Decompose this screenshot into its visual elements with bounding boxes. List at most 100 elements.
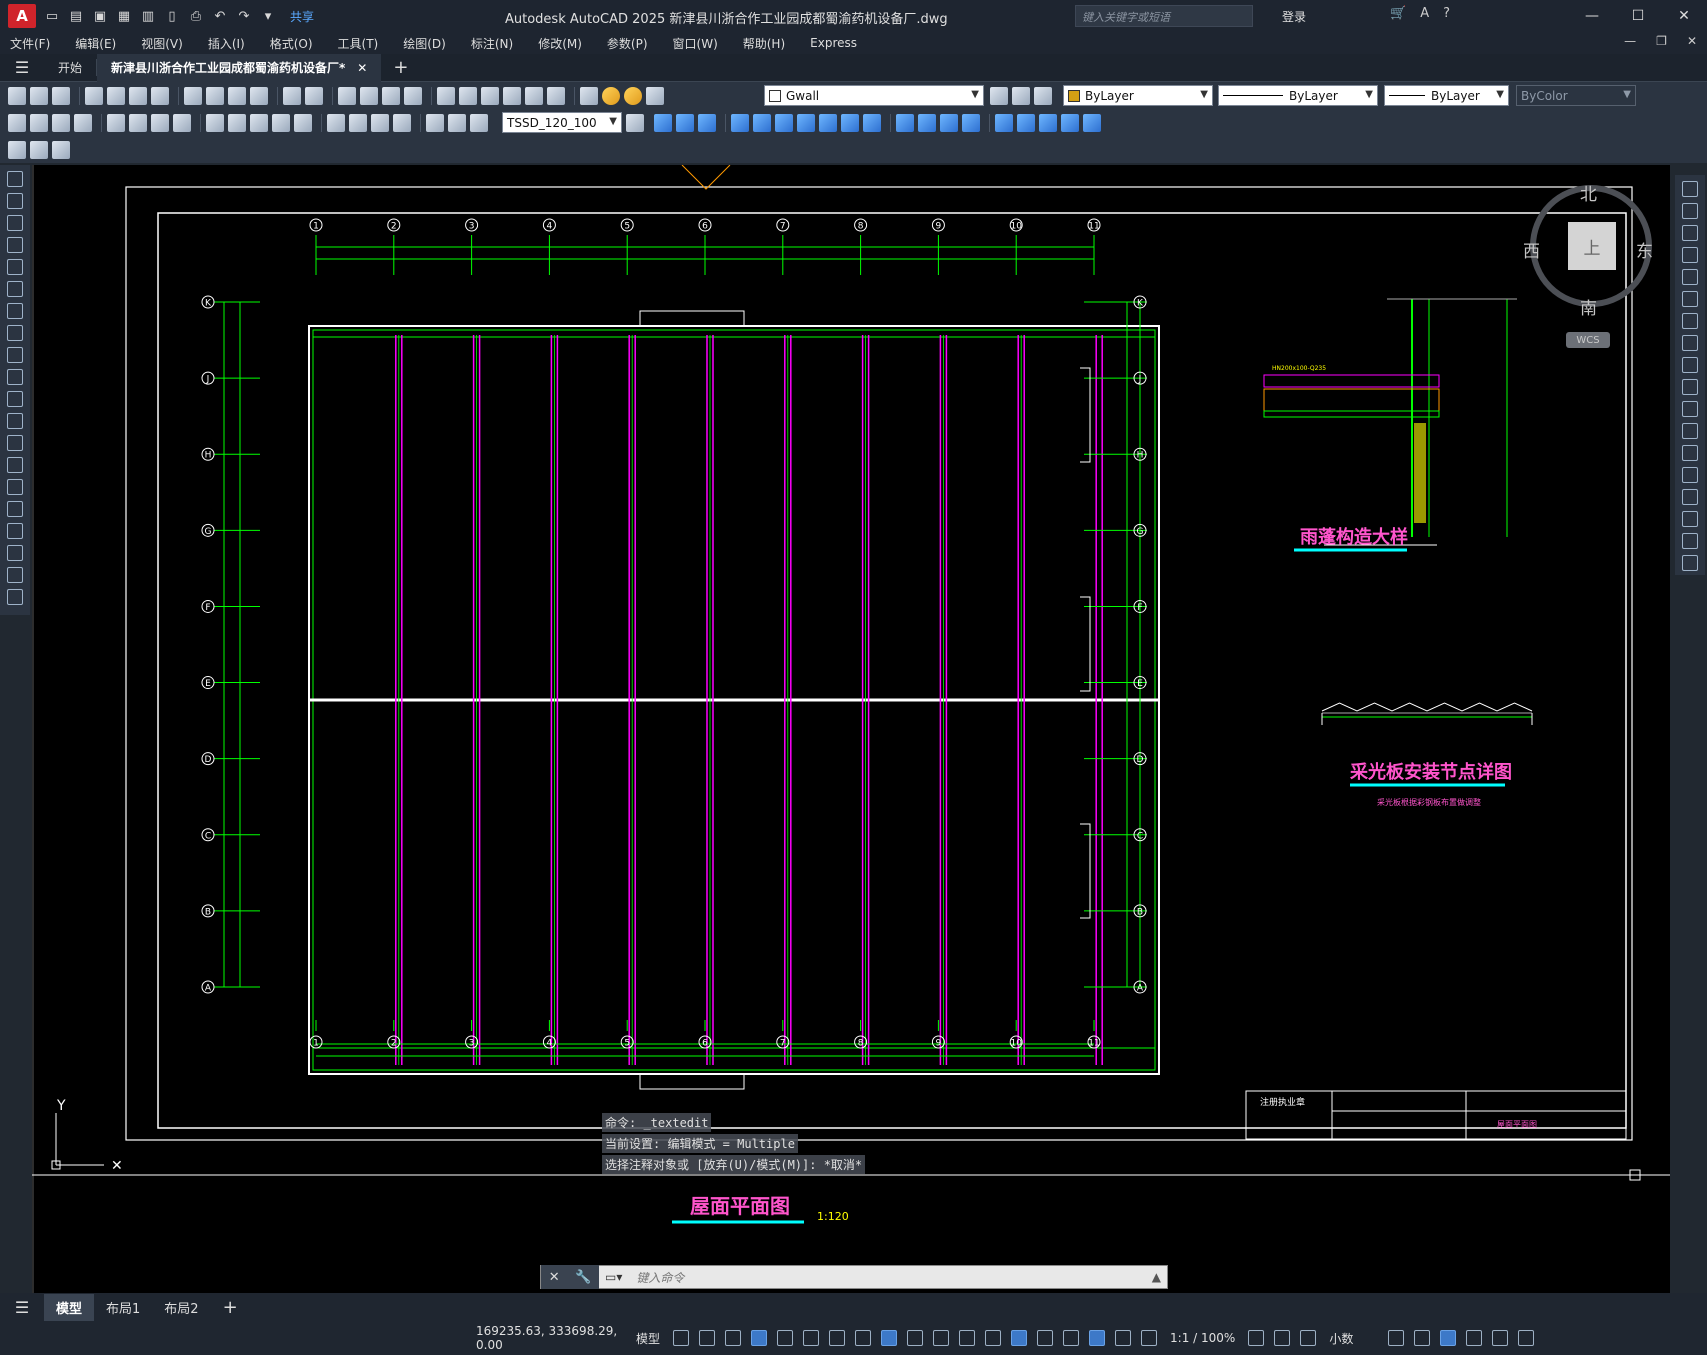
undo-icon[interactable]: ↶ <box>210 6 230 26</box>
tab-layout2[interactable]: 布局2 <box>152 1294 210 1321</box>
explode-icon[interactable] <box>995 113 1013 132</box>
rotate-icon[interactable] <box>1682 313 1698 329</box>
layer-freeze-icon[interactable] <box>624 86 642 105</box>
break-icon[interactable] <box>896 113 914 132</box>
layer-states-icon[interactable] <box>1034 86 1052 105</box>
dim-edit-icon[interactable] <box>426 113 444 132</box>
revision-cloud-icon[interactable] <box>7 325 23 341</box>
center-mark-icon[interactable] <box>349 113 367 132</box>
scale-icon[interactable] <box>1682 335 1698 351</box>
viewcube-south[interactable]: 南 <box>1580 294 1597 319</box>
redo-icon[interactable] <box>305 86 323 105</box>
point-icon[interactable] <box>7 457 23 473</box>
paste-icon[interactable] <box>228 86 246 105</box>
units-icon[interactable] <box>1300 1330 1317 1346</box>
menu-edit[interactable]: 编辑(E) <box>75 35 116 52</box>
stretch-icon[interactable] <box>819 113 837 132</box>
polygon-icon[interactable] <box>7 237 23 253</box>
menu-file[interactable]: 文件(F) <box>10 35 50 52</box>
trim-icon[interactable] <box>1682 379 1698 395</box>
tab-start[interactable]: 开始 <box>44 59 98 76</box>
array-icon[interactable] <box>1682 269 1698 285</box>
autocad-logo-icon[interactable]: A <box>8 4 36 28</box>
open-folder-icon[interactable]: ▤ <box>66 6 86 26</box>
pan-icon[interactable] <box>338 86 356 105</box>
save-as-icon[interactable]: ▦ <box>114 6 134 26</box>
dimstyle-manager-icon[interactable] <box>626 113 644 132</box>
copy-icon[interactable] <box>1682 203 1698 219</box>
circle-icon[interactable] <box>7 303 23 319</box>
join-icon[interactable] <box>1682 467 1698 483</box>
ordinate-dim-icon[interactable] <box>74 113 92 132</box>
copy-object-icon[interactable] <box>654 113 672 132</box>
infer-constraints-icon[interactable] <box>725 1330 742 1346</box>
tool-palette-icon[interactable] <box>481 86 499 105</box>
menu-draw[interactable]: 绘图(D) <box>403 35 446 52</box>
move-icon[interactable] <box>753 113 771 132</box>
new-icon[interactable] <box>8 86 26 105</box>
selection-cycling-icon[interactable] <box>959 1330 976 1346</box>
ellipse-arc-icon[interactable] <box>7 391 23 407</box>
line-icon[interactable] <box>7 171 23 187</box>
dim-text-edit-icon[interactable] <box>448 113 466 132</box>
copy-icon[interactable] <box>206 86 224 105</box>
lineweight-icon[interactable] <box>907 1330 924 1346</box>
menu-help[interactable]: 帮助(H) <box>743 35 785 52</box>
undo-icon[interactable] <box>283 86 301 105</box>
offset-icon[interactable] <box>698 113 716 132</box>
selection-filter-icon[interactable] <box>1037 1330 1054 1346</box>
extend-icon[interactable] <box>1682 401 1698 417</box>
erase-icon[interactable] <box>1682 181 1698 197</box>
color-dropdown[interactable]: ByLayer ▼ <box>1063 85 1213 106</box>
baseline-dim-icon[interactable] <box>228 113 246 132</box>
table-icon[interactable] <box>7 545 23 561</box>
annotation-visibility-icon[interactable] <box>1089 1330 1106 1346</box>
annotation-monitor-icon[interactable] <box>1274 1330 1291 1346</box>
quick-properties-icon[interactable] <box>1388 1330 1405 1346</box>
scale-icon[interactable] <box>797 113 815 132</box>
customization-icon[interactable] <box>1518 1330 1535 1346</box>
make-block-icon[interactable] <box>7 435 23 451</box>
radius-dim-icon[interactable] <box>107 113 125 132</box>
close-button[interactable]: ✕ <box>1661 0 1707 32</box>
attribute-icon[interactable] <box>1061 113 1079 132</box>
tab-layout1[interactable]: 布局1 <box>94 1294 152 1321</box>
array-icon[interactable] <box>731 113 749 132</box>
transparency-icon[interactable] <box>933 1330 950 1346</box>
spline-icon[interactable] <box>7 347 23 363</box>
coordinates-readout[interactable]: 169235.63, 333698.29, 0.00 <box>476 1324 636 1352</box>
wcs-menu[interactable]: WCS <box>1566 332 1610 348</box>
insert-block-icon[interactable] <box>7 413 23 429</box>
dim-space-icon[interactable] <box>272 113 290 132</box>
close-command-icon[interactable]: ✕ <box>549 1270 560 1285</box>
doc-restore-icon[interactable]: ❐ <box>1656 34 1667 48</box>
calculator-icon[interactable] <box>525 86 543 105</box>
viewcube-west[interactable]: 西 <box>1523 237 1540 262</box>
stretch-icon[interactable] <box>1682 357 1698 373</box>
layer-previous-icon[interactable] <box>1012 86 1030 105</box>
offset-icon[interactable] <box>1682 247 1698 263</box>
explode-icon[interactable] <box>1682 555 1698 571</box>
object-snap-tracking-icon[interactable] <box>855 1330 872 1346</box>
menu-parametric[interactable]: 参数(P) <box>607 35 648 52</box>
pdf-icon[interactable] <box>151 86 169 105</box>
break-icon[interactable] <box>1682 445 1698 461</box>
hatch-icon[interactable] <box>7 479 23 495</box>
make-current-icon[interactable] <box>990 86 1008 105</box>
menu-tools[interactable]: 工具(T) <box>338 35 379 52</box>
app-menu-icon[interactable]: ☰ <box>0 58 44 77</box>
ellipse-icon[interactable] <box>7 369 23 385</box>
move-icon[interactable] <box>1682 291 1698 307</box>
aligned-dim-icon[interactable] <box>30 113 48 132</box>
arc-length-icon[interactable] <box>52 113 70 132</box>
help-icon[interactable]: ? <box>1443 6 1450 21</box>
zoom-previous-icon[interactable] <box>404 86 422 105</box>
rotate-icon[interactable] <box>775 113 793 132</box>
region-icon[interactable] <box>7 523 23 539</box>
publish-icon[interactable] <box>129 86 147 105</box>
redo-icon[interactable]: ↷ <box>234 6 254 26</box>
continue-dim-icon[interactable] <box>250 113 268 132</box>
graphics-performance-icon[interactable] <box>1466 1330 1483 1346</box>
model-space-button[interactable]: 模型 <box>636 1330 660 1347</box>
rectangle-icon[interactable] <box>7 259 23 275</box>
